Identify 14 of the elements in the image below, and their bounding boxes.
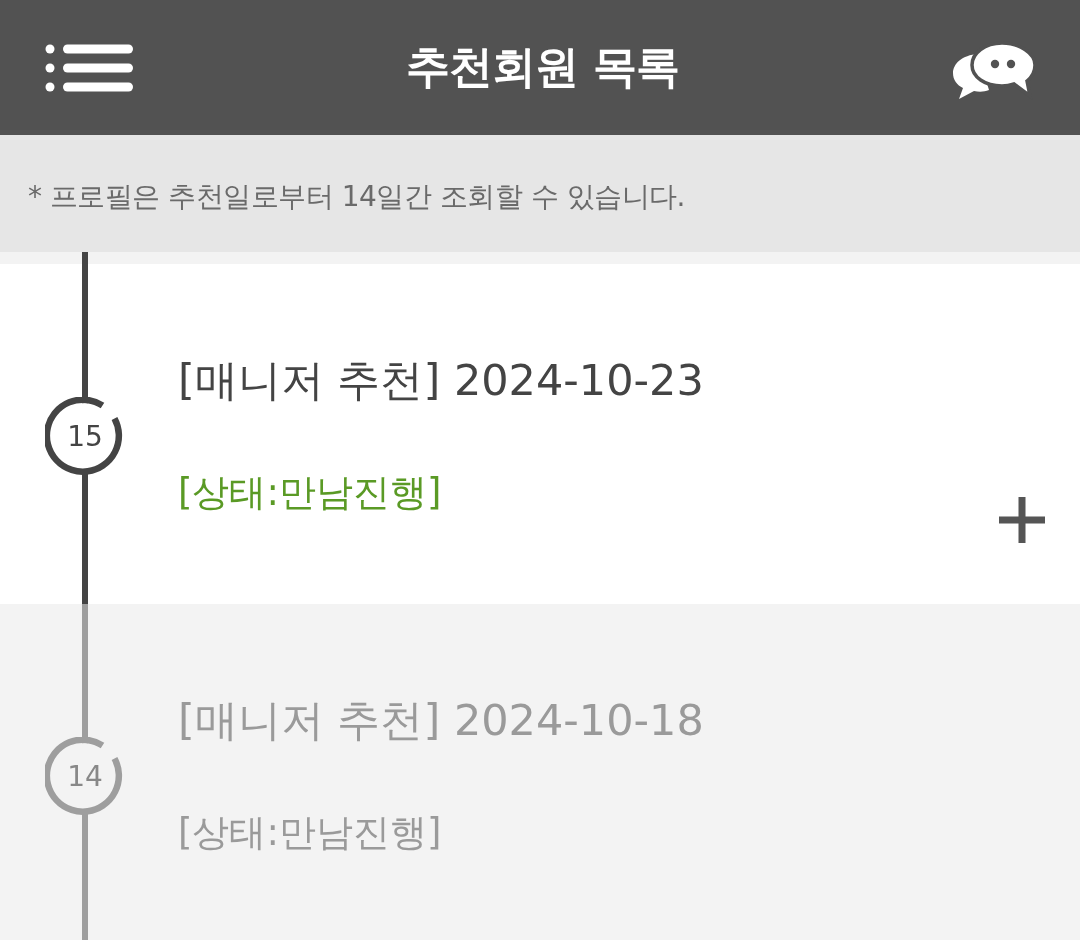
ring-icon [45,737,125,817]
menu-button[interactable] [45,43,133,92]
expand-button[interactable] [999,497,1045,543]
day-count: 14 [67,763,103,791]
day-count: 15 [67,423,103,451]
status-text: [상태:만남진행] [178,470,443,516]
status-text: [상태:만남진행] [178,810,443,856]
page-title: 추천회원 목록 [406,40,679,94]
plus-icon [999,497,1045,543]
recommendation-title: [매니저 추천] 2024-10-18 [178,694,705,747]
notice-text: * 프로필은 추천일로부터 14일간 조회할 수 있습니다. [28,178,685,215]
ring-icon [45,397,125,477]
menu-icon [45,43,133,92]
recommendation-title: [매니저 추천] 2024-10-23 [178,354,705,407]
